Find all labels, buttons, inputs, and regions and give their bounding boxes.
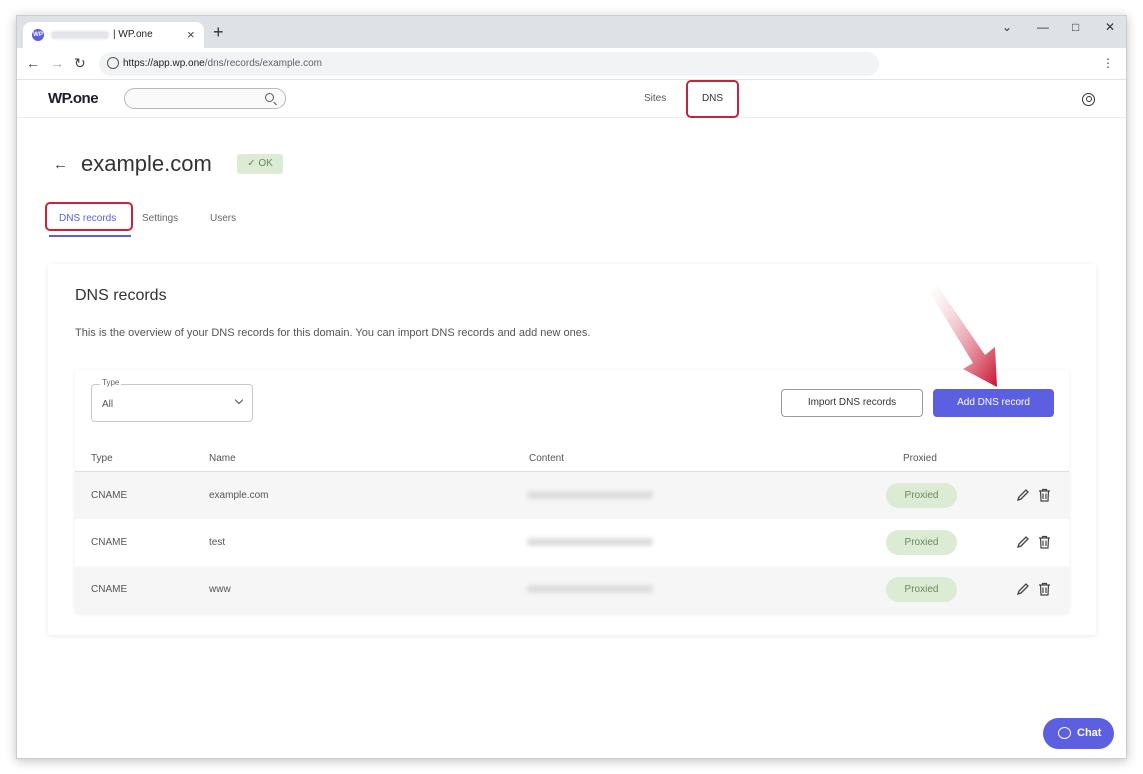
row-type: CNAME (91, 537, 128, 548)
status-badge: ✓ OK (237, 154, 283, 174)
page-title: example.com (81, 151, 212, 176)
select-value: All (102, 399, 114, 410)
dns-records-table: Type All Import DNS records Add DNS reco… (75, 370, 1069, 613)
address-bar[interactable]: https://app.wp.one/dns/records/example.c… (99, 52, 879, 76)
nav-dns[interactable]: DNS (686, 80, 739, 118)
chat-button[interactable]: Chat (1043, 718, 1114, 749)
tab-users[interactable]: Users (210, 213, 236, 224)
card-description: This is the overview of your DNS records… (75, 327, 591, 339)
table-header: Type Name Content Proxied (75, 441, 1069, 472)
select-label: Type (100, 378, 122, 387)
table-row: CNAME www Proxied (75, 566, 1069, 613)
back-arrow-icon[interactable]: ← (53, 156, 68, 173)
wpone-logo[interactable]: WP.one (48, 90, 99, 107)
chevron-down-icon (234, 395, 244, 405)
edit-icon[interactable] (1016, 582, 1030, 596)
forward-icon[interactable]: → (50, 55, 64, 71)
browser-menu-icon[interactable]: ⋮ (1102, 56, 1114, 70)
chat-bubble-icon (1058, 727, 1071, 739)
tab-strip: WP | WP.one × + ⌄ — □ ✕ (17, 16, 1126, 48)
tab-dns-records[interactable]: DNS records (45, 202, 133, 231)
search-icon (265, 93, 274, 102)
browser-tab[interactable]: WP | WP.one × (23, 22, 204, 48)
close-tab-icon[interactable]: × (187, 27, 195, 42)
type-filter-select[interactable]: Type All (91, 378, 253, 422)
table-row: CNAME test Proxied (75, 519, 1069, 566)
proxied-badge: Proxied (886, 530, 957, 555)
site-info-icon[interactable] (107, 57, 119, 69)
trash-icon[interactable] (1038, 488, 1051, 502)
column-name: Name (209, 453, 236, 464)
table-row: CNAME example.com Proxied (75, 472, 1069, 519)
row-type: CNAME (91, 584, 128, 595)
trash-icon[interactable] (1038, 582, 1051, 596)
row-content-blurred (527, 538, 653, 546)
back-icon[interactable]: ← (26, 55, 40, 71)
column-proxied: Proxied (903, 453, 937, 464)
user-account-icon[interactable] (1082, 93, 1095, 106)
import-dns-records-button[interactable]: Import DNS records (781, 389, 923, 417)
trash-icon[interactable] (1038, 535, 1051, 549)
row-content-blurred (527, 585, 653, 593)
url-text: https://app.wp.one/dns/records/example.c… (123, 58, 323, 69)
browser-toolbar: ← → ↻ https://app.wp.one/dns/records/exa… (17, 48, 1126, 80)
wp-favicon-icon: WP (32, 29, 44, 41)
proxied-badge: Proxied (886, 577, 957, 602)
row-name: www (209, 584, 231, 595)
new-tab-icon[interactable]: + (213, 22, 224, 42)
annotation-arrow (929, 285, 997, 387)
edit-icon[interactable] (1016, 488, 1030, 502)
card-title: DNS records (75, 287, 167, 304)
row-content-blurred (527, 491, 653, 499)
proxied-badge: Proxied (886, 483, 957, 508)
active-tab-underline (49, 235, 131, 237)
maximize-icon[interactable]: □ (1072, 20, 1079, 34)
tab-search-icon[interactable]: ⌄ (1002, 20, 1012, 34)
tab-settings[interactable]: Settings (142, 213, 178, 224)
reload-icon[interactable]: ↻ (74, 55, 86, 72)
close-window-icon[interactable]: ✕ (1105, 20, 1115, 34)
column-content: Content (529, 453, 565, 464)
tab-title-blurred (51, 31, 109, 39)
row-type: CNAME (91, 490, 128, 501)
minimize-icon[interactable]: — (1037, 20, 1049, 34)
column-type: Type (91, 453, 113, 464)
search-input[interactable] (124, 88, 286, 109)
add-dns-record-button[interactable]: Add DNS record (933, 389, 1054, 417)
tab-title: | WP.one (113, 29, 153, 40)
edit-icon[interactable] (1016, 535, 1030, 549)
app-header: WP.one Sites DNS (17, 80, 1126, 118)
row-name: test (209, 537, 226, 548)
row-name: example.com (209, 490, 269, 501)
nav-sites[interactable]: Sites (644, 93, 666, 104)
